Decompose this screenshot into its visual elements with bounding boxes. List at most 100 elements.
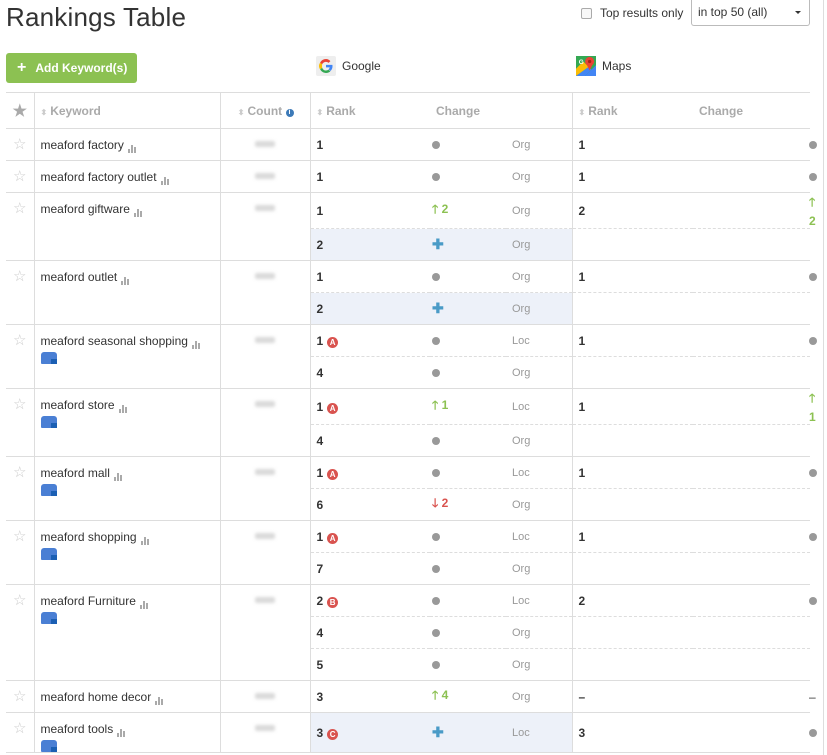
sort-icon: ⬍ (237, 107, 245, 117)
result-type: Loc (506, 520, 573, 553)
new-entry-plus-icon: ✚ (432, 724, 444, 740)
top-results-toggle[interactable]: Top results only (581, 6, 683, 20)
keyword-cell: meaford Furniture (33, 584, 220, 681)
favorite-star-icon[interactable]: ☆ (6, 260, 34, 325)
keyword-text[interactable]: meaford outlet (41, 270, 118, 284)
add-keyword-button[interactable]: + Add Keyword(s) (6, 53, 137, 83)
favorite-star-icon[interactable]: ☆ (6, 712, 34, 753)
keyword-text[interactable]: meaford factory outlet (41, 170, 157, 184)
scrollbar[interactable] (823, 0, 824, 755)
bar-chart-icon[interactable] (121, 271, 130, 285)
result-type: Org (506, 292, 573, 325)
header-count[interactable]: ⬍ Count i (219, 92, 310, 129)
count-cell (219, 520, 310, 585)
local-pack-badge: C (327, 728, 339, 740)
keyword-cell: meaford shopping (33, 520, 220, 585)
header-count-label: Count (247, 103, 283, 118)
no-change-dot-icon (432, 172, 440, 181)
change-dash: – (809, 689, 816, 704)
maps-rank: 1 (571, 324, 694, 357)
keyword-text[interactable]: meaford Furniture (41, 594, 136, 608)
favorite-star-icon[interactable]: ☆ (6, 128, 34, 161)
no-change-dot-icon (432, 140, 440, 149)
svg-text:G: G (579, 59, 584, 66)
no-change-dot-icon (809, 468, 818, 477)
favorite-star-icon[interactable]: ☆ (6, 456, 34, 521)
header-maps-rank[interactable]: ⬍ Rank (571, 92, 694, 129)
new-entry-plus-icon: ✚ (432, 236, 444, 252)
header-star[interactable]: ★ (6, 92, 34, 129)
header-google-change: Change (430, 92, 573, 129)
no-change-dot-icon (432, 468, 440, 477)
keyword-text[interactable]: meaford giftware (41, 202, 130, 216)
maps-rank: 1 (571, 160, 694, 193)
bar-chart-icon[interactable] (117, 723, 126, 737)
table-row: ☆ meaford factory outlet 1 Org 1 (6, 160, 818, 193)
google-rank-value: 1 (316, 399, 324, 414)
favorite-star-icon[interactable]: ☆ (6, 192, 34, 261)
google-rank: 1A (309, 520, 430, 553)
keyword-text[interactable]: meaford factory (41, 138, 124, 152)
maps-change-empty (693, 552, 811, 585)
google-change (430, 616, 506, 649)
google-rank: 4 (309, 356, 430, 389)
maps-change-empty (693, 648, 811, 681)
google-rank-value: 4 (316, 625, 324, 640)
bar-chart-icon[interactable] (127, 139, 137, 153)
google-change (430, 324, 506, 357)
result-type: Loc (506, 712, 573, 753)
result-type: Loc (506, 584, 573, 617)
bar-chart-icon[interactable] (155, 691, 164, 705)
count-cell (219, 324, 310, 389)
bar-chart-icon[interactable] (113, 467, 123, 481)
keyword-cell: meaford mall (33, 456, 220, 521)
google-change (430, 584, 506, 617)
keyword-text[interactable]: meaford mall (41, 466, 110, 480)
result-type: Org (506, 356, 573, 389)
count-value-blurred (255, 693, 275, 699)
favorite-star-icon[interactable]: ☆ (6, 680, 34, 713)
maps-change: 🡑 2 (693, 192, 816, 229)
keyword-text[interactable]: meaford seasonal shopping (41, 334, 188, 348)
keyword-text[interactable]: meaford shopping (41, 530, 137, 544)
google-rank: 3 (309, 680, 430, 713)
keyword-text[interactable]: meaford home decor (41, 690, 152, 704)
bar-chart-icon[interactable] (133, 203, 143, 217)
change-down: 🡓 2 (432, 496, 448, 510)
change-up: 🡑 2 (432, 202, 448, 216)
bar-chart-icon[interactable] (191, 335, 201, 349)
maps-change (693, 712, 818, 753)
top-results-checkbox[interactable] (581, 7, 592, 19)
result-type: Org (506, 680, 573, 713)
google-change: 🡑 1 (430, 388, 506, 425)
maps-rank-empty (571, 356, 694, 389)
google-rank: 1A (309, 324, 430, 357)
bar-chart-icon[interactable] (118, 399, 128, 413)
star-filled-icon: ★ (12, 102, 27, 120)
header-google-rank[interactable]: ⬍ Rank (309, 92, 430, 129)
no-change-dot-icon (432, 336, 440, 345)
bar-chart-icon[interactable] (160, 171, 170, 185)
favorite-star-icon[interactable]: ☆ (6, 520, 34, 585)
favorite-star-icon[interactable]: ☆ (6, 160, 34, 193)
favorite-star-icon[interactable]: ☆ (6, 388, 34, 457)
keyword-text[interactable]: meaford store (41, 398, 115, 412)
keyword-text[interactable]: meaford tools (41, 722, 114, 736)
google-rank-value: 2 (316, 593, 324, 608)
favorite-star-icon[interactable]: ☆ (6, 324, 34, 389)
info-icon[interactable]: i (285, 108, 294, 117)
header-keyword[interactable]: ⬍ Keyword (33, 92, 220, 129)
google-my-business-icon (40, 352, 57, 364)
bar-chart-icon[interactable] (139, 595, 149, 609)
range-select[interactable]: in top 50 (all) (691, 0, 810, 26)
google-change (430, 520, 506, 553)
result-type: Org (506, 552, 573, 585)
header-google-change-label: Change (436, 103, 481, 118)
google-rank-value: 6 (316, 497, 324, 512)
change-value: 1 (809, 410, 816, 424)
bar-chart-icon[interactable] (140, 531, 150, 545)
change-value: 2 (809, 214, 816, 228)
google-rank-value: 2 (316, 237, 324, 252)
favorite-star-icon[interactable]: ☆ (6, 584, 34, 681)
maps-rank: 1 (571, 520, 694, 553)
